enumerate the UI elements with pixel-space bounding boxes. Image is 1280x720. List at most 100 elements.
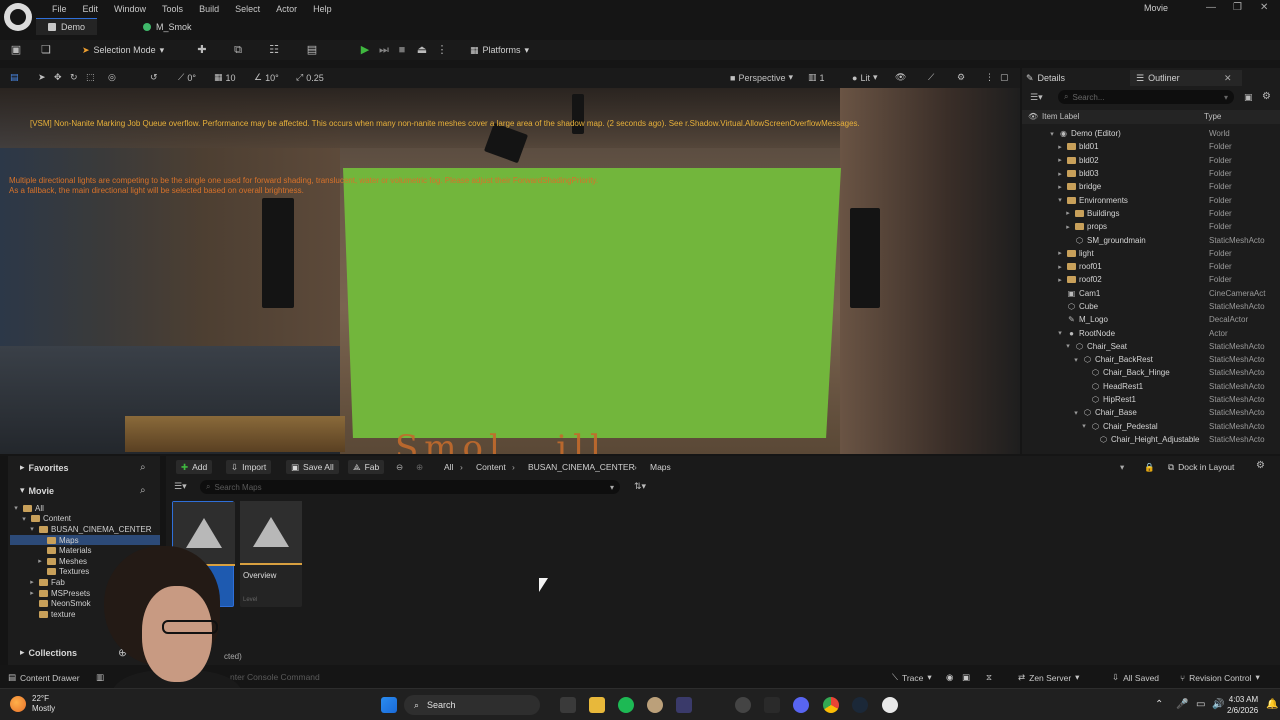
performance-icon[interactable]: ⟋ bbox=[928, 72, 934, 83]
unreal-logo-icon[interactable] bbox=[4, 3, 32, 31]
weather-widget[interactable]: 22°F Mostly bbox=[10, 694, 55, 714]
breadcrumb-all[interactable]: All bbox=[444, 462, 453, 472]
tray-chevron-up-icon[interactable]: ⌃ bbox=[1155, 699, 1163, 710]
outliner-row[interactable]: ⬡ Chair_Back_Hinge StaticMeshActo bbox=[1022, 366, 1280, 379]
add-actor-icon[interactable]: ✚ bbox=[196, 44, 208, 56]
translate-icon[interactable]: ✥ bbox=[54, 72, 62, 83]
outliner-row[interactable]: ⬡ HeadRest1 StaticMeshActo bbox=[1022, 380, 1280, 393]
chevron-right-icon[interactable]: ▸ bbox=[28, 589, 36, 597]
save-icon[interactable]: ▣ bbox=[10, 44, 22, 56]
breadcrumb-content[interactable]: Content bbox=[476, 462, 506, 472]
tab-details[interactable]: ✎ Details bbox=[1026, 70, 1065, 86]
forward-arrow-icon[interactable]: ⊕ bbox=[416, 462, 423, 473]
app-icon[interactable] bbox=[676, 697, 692, 713]
breadcrumb-busan[interactable]: BUSAN_CINEMA_CENTER bbox=[528, 462, 635, 472]
outliner-row[interactable]: ▸ bld02 Folder bbox=[1022, 154, 1280, 167]
menu-window[interactable]: Window bbox=[106, 2, 154, 16]
content-icon[interactable]: ❏ bbox=[40, 44, 52, 56]
app-icon[interactable] bbox=[735, 697, 751, 713]
history-dropdown-icon[interactable]: ▾ bbox=[1120, 462, 1124, 473]
outliner-row[interactable]: ▸ light Folder bbox=[1022, 247, 1280, 260]
menu-select[interactable]: Select bbox=[227, 2, 268, 16]
save-all-button[interactable]: ▣ Save All bbox=[286, 460, 339, 474]
content-drawer-button[interactable]: ▤ Content Drawer bbox=[8, 672, 80, 683]
taskbar-search[interactable]: ⌕ Search bbox=[404, 695, 540, 715]
menu-actor[interactable]: Actor bbox=[268, 2, 305, 16]
outliner-row[interactable]: ▾ ⬡ Chair_Seat StaticMeshActo bbox=[1022, 340, 1280, 353]
viewport-menu-icon[interactable]: ▤ bbox=[10, 72, 19, 83]
back-arrow-icon[interactable]: ⊖ bbox=[396, 462, 403, 473]
search-maps-input[interactable]: ⌕ Search Maps ▾ bbox=[200, 480, 620, 494]
settings-gear-icon[interactable]: ⚙ bbox=[1256, 460, 1265, 471]
network-icon[interactable]: ▭ bbox=[1196, 699, 1205, 710]
restore-icon[interactable]: ❐ bbox=[1233, 2, 1242, 13]
outliner-row[interactable]: ▾ ⬡ Chair_BackRest StaticMeshActo bbox=[1022, 353, 1280, 366]
outliner-row[interactable]: ▸ roof02 Folder bbox=[1022, 273, 1280, 286]
perspective-dropdown[interactable]: ■ Perspective ▾ bbox=[730, 72, 793, 83]
chevron-down-icon[interactable]: ▾ bbox=[1048, 130, 1056, 138]
notification-bell-icon[interactable]: 🔔 bbox=[1266, 699, 1278, 710]
column-type[interactable]: Type bbox=[1204, 112, 1221, 121]
chevron-right-icon[interactable]: ▸ bbox=[1056, 143, 1064, 151]
lit-dropdown[interactable]: ● Lit ▾ bbox=[852, 72, 877, 83]
outliner-row[interactable]: ⬡ HipRest1 StaticMeshActo bbox=[1022, 393, 1280, 406]
visibility-eye-icon[interactable]: 👁 bbox=[1028, 112, 1038, 121]
surface-snap-toggle[interactable]: ⟋ 0° bbox=[178, 72, 196, 83]
chevron-right-icon[interactable]: ▸ bbox=[1056, 276, 1064, 284]
minimize-icon[interactable]: — bbox=[1206, 2, 1216, 13]
taskbar-clock[interactable]: 4:03 AM 2/6/2026 bbox=[1227, 694, 1258, 716]
import-button[interactable]: ⇩ Import bbox=[226, 460, 272, 474]
outliner-row[interactable]: ▸ bridge Folder bbox=[1022, 180, 1280, 193]
app-icon[interactable] bbox=[647, 697, 663, 713]
fab-button[interactable]: ⟁ Fab bbox=[348, 460, 385, 474]
tab-demo[interactable]: Demo bbox=[36, 18, 98, 35]
menu-help[interactable]: Help bbox=[305, 2, 340, 16]
modes-icon[interactable]: ▤ bbox=[306, 44, 318, 56]
chevron-down-icon[interactable]: ▾ bbox=[1072, 356, 1080, 364]
outliner-row[interactable]: ⬡ SM_groundmain StaticMeshActo bbox=[1022, 233, 1280, 246]
outliner-row[interactable]: ▸ bld01 Folder bbox=[1022, 140, 1280, 153]
cinematics-icon[interactable]: ☷ bbox=[268, 44, 280, 56]
play-icon[interactable]: ▶ bbox=[359, 44, 371, 56]
chrome-icon[interactable] bbox=[823, 697, 839, 713]
stop-icon[interactable]: ■ bbox=[396, 44, 408, 56]
close-window-icon[interactable]: ✕ bbox=[1260, 2, 1268, 13]
all-saved-indicator[interactable]: ⇩ All Saved bbox=[1112, 672, 1159, 683]
outliner-row[interactable]: ▸ bld03 Folder bbox=[1022, 167, 1280, 180]
unreal-engine-icon[interactable] bbox=[882, 697, 898, 713]
chevron-down-icon[interactable]: ▾ bbox=[1056, 196, 1064, 204]
folder-tree-item[interactable]: ▾ Content bbox=[10, 514, 160, 525]
trace-dropdown[interactable]: ⟍ Trace ▾ bbox=[892, 672, 932, 683]
scale-icon[interactable]: ⬚ bbox=[86, 72, 95, 83]
grid-snap-toggle[interactable]: ▦ 10 bbox=[214, 72, 236, 83]
outliner-row[interactable]: ⬡ Cube StaticMeshActo bbox=[1022, 300, 1280, 313]
filter-icon[interactable]: ☰▾ bbox=[1030, 92, 1043, 103]
world-space-icon[interactable]: ◎ bbox=[108, 72, 116, 83]
more-options-icon[interactable]: ⋮ bbox=[985, 72, 994, 83]
chevron-down-icon[interactable]: ▾ bbox=[1064, 342, 1072, 350]
derived-data-icon[interactable]: ⧖ bbox=[986, 672, 992, 683]
angle-snap-toggle[interactable]: ∠ 10° bbox=[254, 72, 279, 83]
blueprint-icon[interactable]: ⧉ bbox=[232, 44, 244, 56]
outliner-row[interactable]: ▸ props Folder bbox=[1022, 220, 1280, 233]
chevron-right-icon[interactable]: ▸ bbox=[1064, 223, 1072, 231]
scale-snap-toggle[interactable]: ⤢ 0.25 bbox=[296, 72, 324, 83]
microphone-icon[interactable]: 🎤 bbox=[1176, 699, 1188, 710]
task-view-icon[interactable] bbox=[560, 697, 576, 713]
chevron-down-icon[interactable]: ▾ bbox=[28, 525, 36, 533]
chevron-right-icon[interactable]: ▸ bbox=[1064, 209, 1072, 217]
chevron-down-icon[interactable]: ▾ bbox=[1072, 409, 1080, 417]
chevron-right-icon[interactable]: ▸ bbox=[1056, 183, 1064, 191]
eject-icon[interactable]: ⏏ bbox=[416, 44, 428, 56]
console-command-input[interactable]: nter Console Command bbox=[230, 672, 320, 682]
asset-tile-overview[interactable]: Overview Level bbox=[240, 501, 302, 607]
menu-edit[interactable]: Edit bbox=[75, 2, 107, 16]
chevron-right-icon[interactable]: ▸ bbox=[1056, 249, 1064, 257]
zen-server-dropdown[interactable]: ⇄ Zen Server ▾ bbox=[1018, 672, 1079, 683]
outliner-row[interactable]: ▣ Cam1 CineCameraAct bbox=[1022, 287, 1280, 300]
menu-tools[interactable]: Tools bbox=[154, 2, 191, 16]
level-viewport[interactable]: Smol...ill [VSM] Non-Nanite Marking Job … bbox=[0, 88, 1020, 454]
record-icon[interactable]: ◉ bbox=[946, 672, 953, 683]
rotate-icon[interactable]: ↻ bbox=[70, 72, 78, 83]
movie-section[interactable]: ▾ Movie bbox=[20, 485, 54, 496]
